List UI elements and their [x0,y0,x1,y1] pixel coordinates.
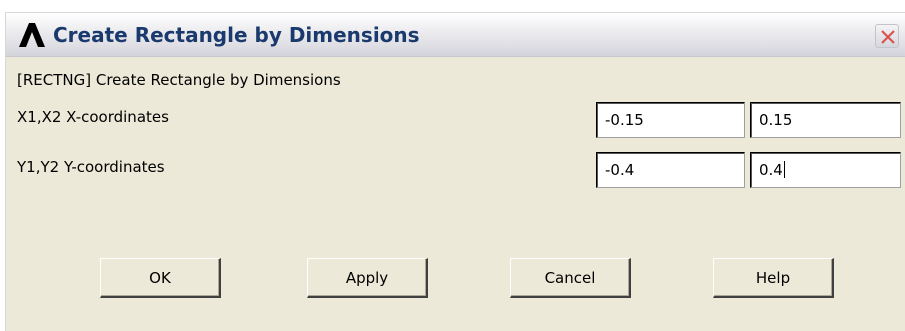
y2-input[interactable]: 0.4 [750,152,901,188]
close-icon [881,30,895,44]
ansys-logo-icon [19,23,45,47]
command-label: [RECTNG] Create Rectangle by Dimensions [17,71,341,89]
x1-input[interactable]: -0.15 [596,102,745,138]
y1-input[interactable]: -0.4 [596,152,745,188]
y2-input-value: 0.4 [759,161,783,179]
x-coordinates-label: X1,X2 X-coordinates [17,108,169,126]
title-bar[interactable]: Create Rectangle by Dimensions [6,13,905,57]
window-title: Create Rectangle by Dimensions [53,23,420,47]
help-button[interactable]: Help [713,258,834,298]
ok-button[interactable]: OK [100,258,221,298]
dialog-window: Create Rectangle by Dimensions [RECTNG] … [5,12,905,331]
close-button[interactable] [875,24,899,48]
cancel-button[interactable]: Cancel [510,258,631,298]
text-caret [783,161,785,178]
y-coordinates-label: Y1,Y2 Y-coordinates [17,158,165,176]
apply-button[interactable]: Apply [307,258,428,298]
x2-input[interactable]: 0.15 [750,102,901,138]
